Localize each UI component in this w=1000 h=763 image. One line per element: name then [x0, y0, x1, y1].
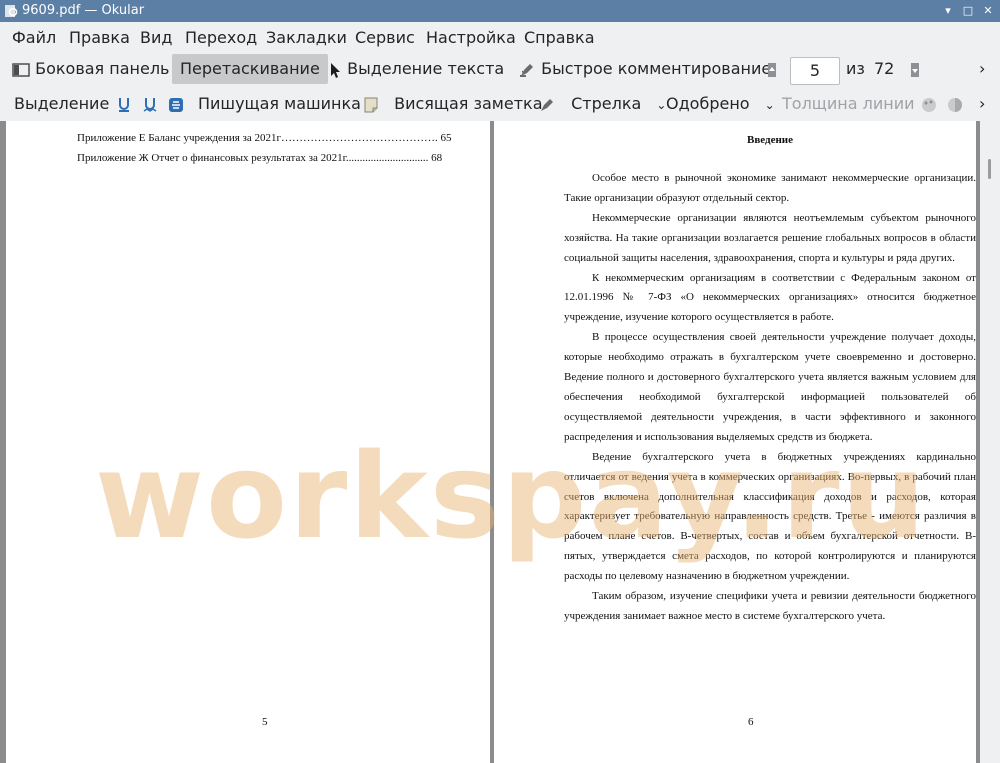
highlight-tool-button[interactable]: Выделение [14, 87, 109, 121]
body-text: Особое место в рыночной экономике занима… [564, 169, 976, 627]
page-number: 5 [262, 716, 268, 728]
menu-help[interactable]: Справка [524, 28, 595, 47]
quick-annotation-label: Быстрое комментирование [541, 59, 772, 78]
okular-app-icon [5, 5, 18, 17]
text-select-tool-button[interactable]: Выделение текста ⌄ [328, 52, 529, 86]
page-heading: Введение [746, 134, 794, 146]
title-bar: 9609.pdf — Okular ▾ □ ✕ [0, 0, 1000, 22]
line-width-label: Толщина линии [782, 94, 915, 113]
typewriter-tool-label: Пишущая машинка [198, 94, 361, 113]
stamp-tool-button[interactable]: Одобрено ⌄ [666, 87, 775, 121]
minimize-icon[interactable]: ▾ [940, 3, 956, 19]
stamp-tool-label: Одобрено [666, 94, 750, 113]
menu-tools[interactable]: Сервис [355, 28, 415, 47]
previous-page-button[interactable] [767, 52, 777, 86]
sidebar-icon [12, 62, 30, 77]
paragraph: Таким образом, изучение специфики учета … [564, 590, 976, 622]
squiggly-underline-icon [143, 97, 157, 112]
marker-pen-icon [520, 63, 533, 77]
line-width-control[interactable]: Толщина линии [782, 87, 915, 121]
typewriter-tool-button[interactable]: Пишущая машинка [198, 87, 361, 121]
menu-file[interactable]: Файл [12, 28, 56, 47]
cursor-icon [331, 62, 340, 78]
close-icon[interactable]: ✕ [980, 3, 996, 19]
sidebar-button[interactable]: Боковая панель [12, 52, 169, 86]
paragraph: Особое место в рыночной экономике занима… [564, 172, 976, 204]
browse-tool-button[interactable]: Перетаскивание [172, 54, 328, 84]
chevron-down-icon[interactable]: ⌄ [765, 98, 775, 112]
page-up-icon [768, 62, 776, 77]
page-number-input[interactable]: 5 [790, 57, 840, 85]
menu-settings[interactable]: Настройка [426, 28, 516, 47]
page-6: Введение Особое место в рыночной экономи… [494, 121, 976, 763]
underline-tool-button[interactable] [116, 87, 132, 121]
quick-annotation-button[interactable]: Быстрое комментирование [518, 52, 771, 86]
squiggly-tool-button[interactable] [142, 87, 158, 121]
menu-bookmarks[interactable]: Закладки [266, 28, 347, 47]
color-tool-button[interactable] [920, 87, 938, 121]
scrollbar-thumb[interactable] [988, 159, 991, 179]
menu-view[interactable]: Вид [140, 28, 172, 47]
annotation-toolbar-overflow-button[interactable]: › [979, 87, 985, 121]
sticky-note-tool-button[interactable]: Висящая заметка [363, 87, 543, 121]
maximize-icon[interactable]: □ [960, 3, 976, 19]
page-number: 6 [748, 716, 754, 728]
strikeout-tool-button[interactable] [168, 87, 184, 121]
page-total: 72 [874, 59, 895, 78]
browse-tool-label: Перетаскивание [180, 59, 320, 78]
underline-icon [119, 97, 129, 112]
sticky-note-icon [364, 97, 378, 112]
highlight-tool-label: Выделение [14, 94, 110, 113]
opacity-icon [948, 97, 962, 112]
menu-bar: Файл Правка Вид Переход Закладки Сервис … [0, 22, 1000, 52]
arrow-tool-button[interactable]: Стрелка ⌄ [538, 87, 666, 121]
sticky-note-label: Висящая заметка [394, 94, 543, 113]
paragraph: В процессе осуществления своей деятельно… [564, 331, 976, 443]
chevron-right-icon: › [979, 94, 986, 113]
chevron-right-icon: › [979, 59, 986, 78]
paragraph: Ведение бухгалтерского учета в бюджетных… [564, 450, 976, 583]
toc-entry: Приложение Е Баланс учреждения за 2021г…… [77, 132, 452, 144]
chevron-down-icon[interactable]: ⌄ [656, 98, 666, 112]
annotation-toolbar: Выделение Пишущая машинка Висящая заметк… [0, 87, 1000, 121]
page-down-icon [911, 62, 919, 77]
menu-edit[interactable]: Правка [69, 28, 130, 47]
next-page-button[interactable] [910, 52, 920, 86]
text-select-label: Выделение текста [347, 59, 505, 78]
paragraph: К некоммерческим организациям в соответс… [564, 271, 976, 324]
menu-go[interactable]: Переход [185, 28, 257, 47]
arrow-tool-label: Стрелка [571, 94, 642, 113]
document-viewer[interactable]: Приложение Е Баланс учреждения за 2021г…… [0, 121, 1000, 763]
vertical-scrollbar[interactable] [980, 121, 1000, 763]
ink-pen-icon [541, 98, 553, 111]
toc-entry: Приложение Ж Отчет о финансовых результа… [77, 152, 443, 164]
page-5: Приложение Е Баланс учреждения за 2021г…… [6, 121, 490, 763]
toolbar-overflow-button[interactable]: › [979, 52, 985, 86]
paragraph: Некоммерческие организации являются неот… [564, 211, 976, 264]
palette-icon [922, 97, 936, 112]
page-of-label: из [846, 59, 865, 78]
sidebar-label: Боковая панель [35, 59, 170, 78]
strikeout-icon [169, 97, 183, 112]
window-title: 9609.pdf — Okular [22, 3, 145, 18]
main-toolbar: Боковая панель Перетаскивание Выделение … [0, 52, 1000, 86]
font-tool-button[interactable] [946, 87, 964, 121]
